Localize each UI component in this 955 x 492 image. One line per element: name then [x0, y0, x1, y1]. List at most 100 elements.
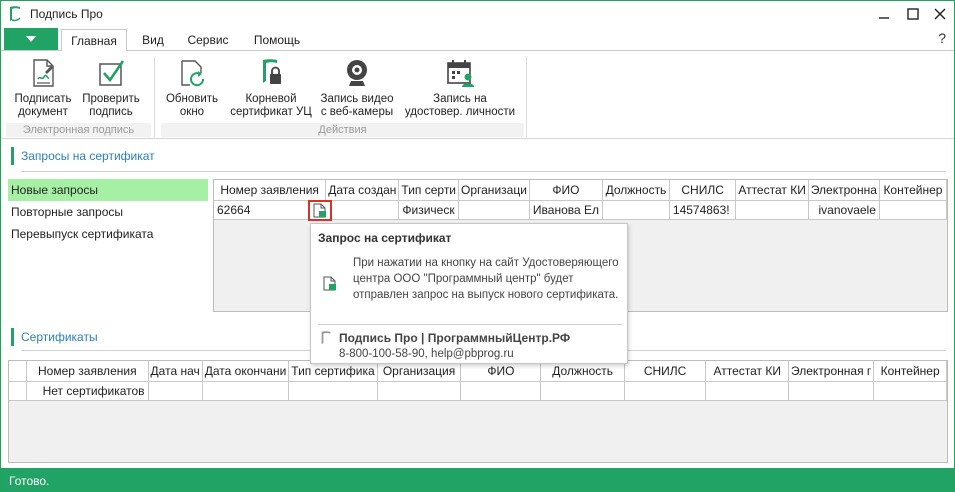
- identity-appointment-button[interactable]: Запись на удостовер. личности: [400, 57, 520, 119]
- column-header[interactable]: ФИО: [460, 361, 542, 382]
- request-category-list: Новые запросы Повторные запросы Перевыпу…: [8, 179, 208, 245]
- certificate-request-icon: [323, 276, 336, 291]
- verify-signature-icon: [99, 60, 125, 86]
- dropdown-arrow-icon: [26, 36, 36, 42]
- sign-document-label-1: Подписать: [14, 93, 72, 105]
- cell-position[interactable]: [602, 200, 670, 220]
- identity-appointment-label-2: удостовер. личности: [404, 106, 516, 118]
- column-header[interactable]: Электронная г: [788, 361, 875, 382]
- status-bar: Готово.: [1, 468, 954, 492]
- help-button[interactable]: ?: [938, 30, 946, 46]
- root-certificate-button[interactable]: Корневой сертификат УЦ: [227, 57, 315, 119]
- cell-cert-type[interactable]: Физическ: [398, 200, 460, 220]
- tooltip-brand: Подпись Про | ПрограммныйЦентр.РФ: [339, 331, 571, 345]
- column-header[interactable]: Номер заявления: [26, 361, 149, 382]
- tab-pomosch[interactable]: Помощь: [246, 29, 308, 51]
- tab-vid[interactable]: Вид: [133, 29, 173, 51]
- minimize-button[interactable]: [869, 1, 899, 27]
- cell-fio[interactable]: Иванова Ел: [529, 200, 604, 220]
- column-header[interactable]: СНИЛС: [624, 361, 707, 382]
- certificates-grid: Номер заявления Дата нач Дата окончани Т…: [8, 360, 948, 463]
- cell-container[interactable]: [879, 200, 948, 220]
- certificates-table: Номер заявления Дата нач Дата окончани Т…: [9, 361, 947, 401]
- cell-created-date[interactable]: [325, 200, 400, 220]
- column-header[interactable]: СНИЛС: [669, 180, 737, 201]
- section-accent-bar: [11, 328, 14, 346]
- certificates-section-title: Сертификаты: [21, 330, 98, 344]
- list-item-new-requests[interactable]: Новые запросы: [8, 179, 208, 201]
- tab-servis[interactable]: Сервис: [181, 29, 235, 51]
- requests-header-row: Номер заявления Дата создан Тип серти Ор…: [214, 180, 948, 201]
- refresh-window-label-1: Обновить: [165, 93, 219, 105]
- refresh-window-label-2: окно: [179, 106, 205, 118]
- webcam-record-button[interactable]: Запись видео с веб-камеры: [315, 57, 399, 119]
- requests-section-title: Запросы на сертификат: [21, 149, 155, 163]
- ribbon-group-label-signature: Электронная подпись: [6, 123, 151, 137]
- maximize-button[interactable]: [898, 1, 928, 27]
- sign-document-icon: [33, 59, 54, 87]
- column-header[interactable]: Тип сертифика: [288, 361, 378, 382]
- list-item-repeat-requests[interactable]: Повторные запросы: [8, 201, 208, 223]
- column-header[interactable]: Организация: [377, 361, 462, 382]
- tooltip-title: Запрос на сертификат: [318, 231, 452, 245]
- title-bar[interactable]: Подпись Про: [1, 1, 954, 27]
- ribbon-separator: [526, 57, 527, 137]
- column-header[interactable]: Должность: [602, 180, 670, 201]
- column-header[interactable]: Тип серти: [398, 180, 460, 201]
- column-header[interactable]: Дата создан: [325, 180, 400, 201]
- verify-signature-label-1: Проверить: [82, 93, 140, 105]
- list-item-reissue[interactable]: Перевыпуск сертификата: [8, 223, 208, 245]
- column-header[interactable]: Должность: [540, 361, 625, 382]
- refresh-window-button[interactable]: Обновить окно: [159, 57, 225, 119]
- column-header[interactable]: Дата нач: [148, 361, 203, 382]
- column-header[interactable]: Организаци: [458, 180, 530, 201]
- cell-email[interactable]: ivanovaele: [808, 200, 880, 220]
- cell-snils[interactable]: 14574863!: [669, 200, 737, 220]
- table-row: Нет сертификатов: [9, 381, 947, 401]
- minimize-icon: [879, 17, 889, 19]
- column-header[interactable]: Номер заявления: [214, 180, 327, 201]
- status-text: Готово.: [9, 474, 50, 488]
- sign-document-button[interactable]: Подписать документ: [9, 57, 77, 119]
- tooltip-description: При нажатии на кнопку на сайт Удостоверя…: [353, 257, 619, 301]
- window-title: Подпись Про: [30, 7, 103, 21]
- certificates-header-row: Номер заявления Дата нач Дата окончани Т…: [9, 361, 947, 382]
- row-indicator-header: [9, 361, 28, 382]
- column-header[interactable]: ФИО: [529, 180, 604, 201]
- webcam-label-2: с веб-камеры: [320, 106, 394, 118]
- sign-document-label-2: документ: [18, 106, 68, 118]
- cell-attestat[interactable]: [735, 200, 809, 220]
- section-divider: [21, 171, 946, 172]
- certificate-request-icon: [313, 203, 326, 218]
- webcam-label-1: Запись видео: [320, 93, 394, 105]
- column-header[interactable]: Электронна: [808, 180, 880, 201]
- close-button[interactable]: [925, 1, 955, 27]
- cell-organization[interactable]: [458, 200, 530, 220]
- app-logo-icon: [10, 6, 21, 22]
- menu-bar: Главная Вид Сервис Помощь ?: [1, 27, 954, 52]
- app-menu-button[interactable]: [4, 28, 58, 50]
- verify-signature-label-2: подпись: [89, 106, 133, 118]
- refresh-window-icon: [181, 60, 205, 87]
- identity-appointment-label-1: Запись на: [433, 93, 487, 105]
- section-accent-bar: [11, 147, 14, 165]
- column-header[interactable]: Аттестат КИ: [735, 180, 809, 201]
- column-header[interactable]: Аттестат КИ: [705, 361, 790, 382]
- column-header[interactable]: Контейнер: [879, 180, 948, 201]
- maximize-icon: [907, 8, 919, 20]
- send-request-button[interactable]: [308, 200, 332, 221]
- tooltip-contacts: 8-800-100-58-90, help@pbprog.ru: [339, 348, 514, 360]
- row-indicator: [9, 381, 28, 401]
- root-certificate-icon: [263, 59, 281, 84]
- root-certificate-label-1: Корневой: [245, 93, 297, 105]
- certificates-section-header: Сертификаты: [11, 328, 211, 348]
- ribbon-separator: [154, 57, 155, 137]
- column-header[interactable]: Дата окончани: [202, 361, 290, 382]
- tooltip-divider: [318, 324, 622, 325]
- tab-glavnaya[interactable]: Главная: [61, 29, 127, 52]
- close-icon: [934, 8, 946, 20]
- request-tooltip: Запрос на сертификат При нажатии на кноп…: [310, 223, 628, 364]
- column-header[interactable]: Контейнер: [873, 361, 947, 382]
- verify-signature-button[interactable]: Проверить подпись: [78, 57, 144, 119]
- ribbon-group-label-actions: Действия: [161, 123, 524, 137]
